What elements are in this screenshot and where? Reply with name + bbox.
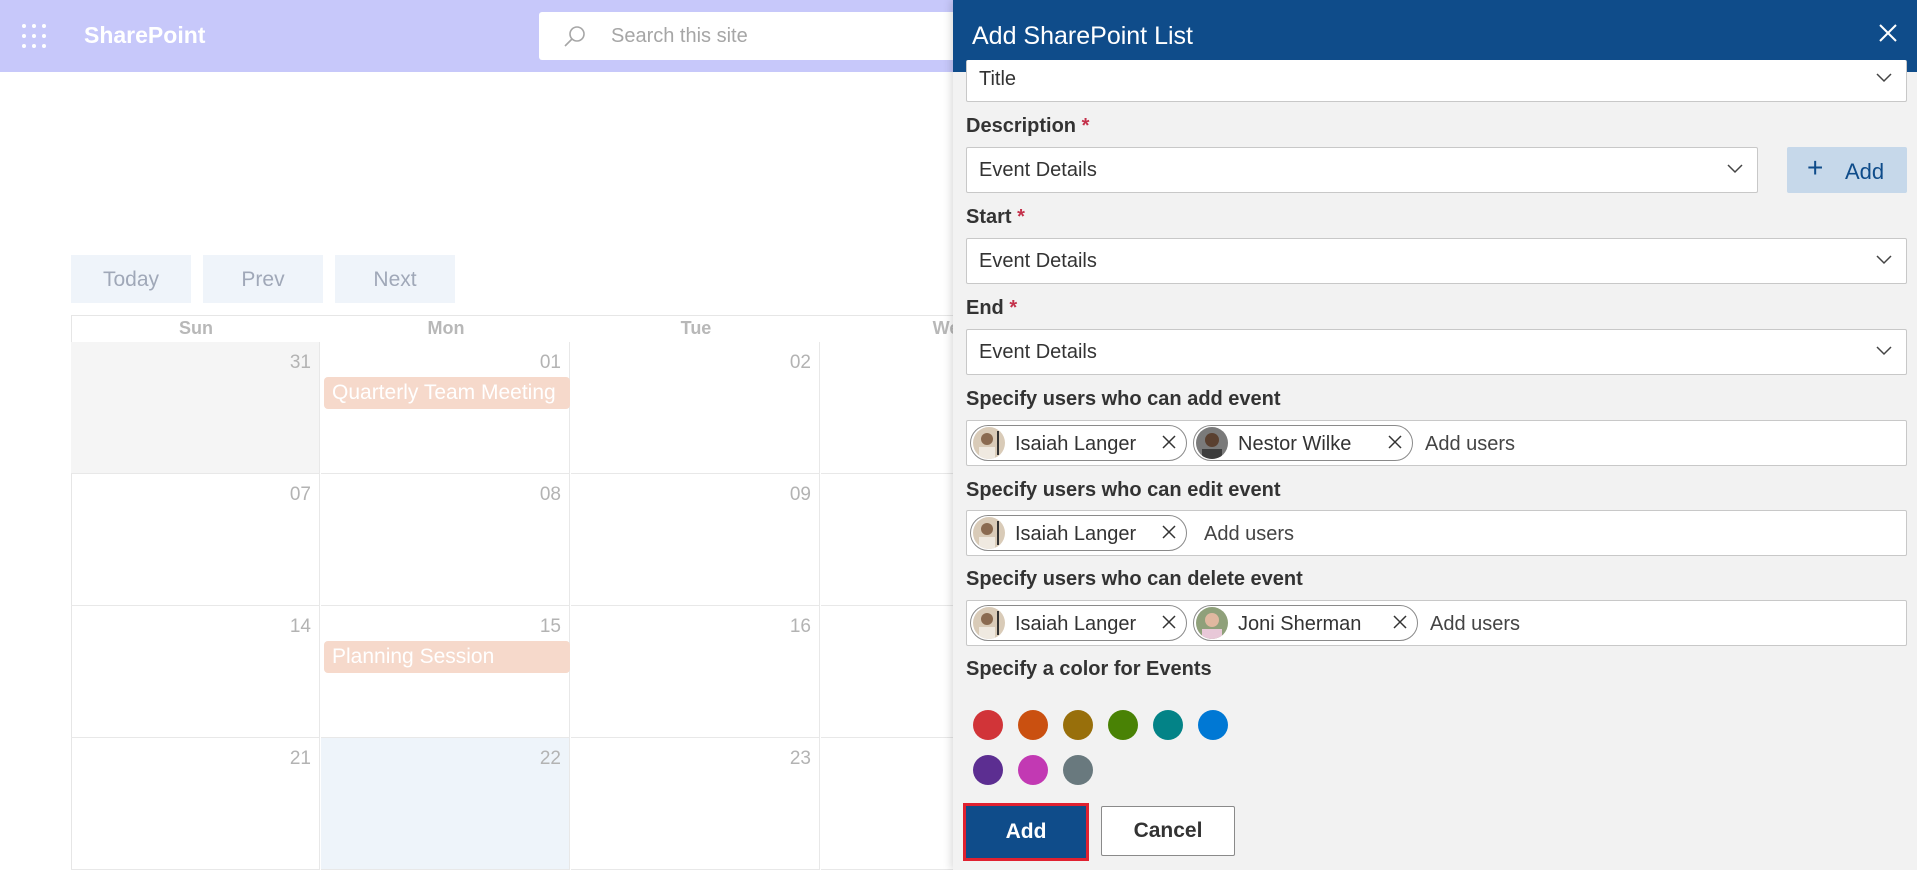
- description-dropdown[interactable]: Event Details: [966, 147, 1758, 193]
- day-number: 09: [789, 484, 811, 505]
- color-swatch[interactable]: [1153, 710, 1183, 740]
- day-header-sun: Sun: [179, 318, 213, 338]
- app-launcher-icon[interactable]: [22, 24, 46, 48]
- end-value: Event Details: [979, 341, 1097, 363]
- add-column-button[interactable]: + Add: [1787, 147, 1907, 193]
- day-number: 21: [289, 748, 311, 769]
- calendar-day[interactable]: 01 Quarterly Team Meeting: [321, 342, 570, 474]
- day-number: 31: [289, 352, 311, 373]
- person-pill[interactable]: Isaiah Langer: [970, 515, 1187, 551]
- calendar-day[interactable]: 31: [71, 342, 320, 474]
- start-dropdown[interactable]: Event Details: [966, 238, 1907, 284]
- color-swatch[interactable]: [973, 755, 1003, 785]
- calendar-event[interactable]: Planning Session: [324, 641, 570, 673]
- calendar-day[interactable]: 08: [321, 474, 570, 606]
- remove-person-icon[interactable]: [1391, 613, 1409, 631]
- color-swatch[interactable]: [1198, 710, 1228, 740]
- color-swatch[interactable]: [1018, 755, 1048, 785]
- delete-users-picker[interactable]: Isaiah Langer Joni Sherman: [966, 600, 1907, 646]
- color-swatch[interactable]: [1063, 710, 1093, 740]
- delete-users-input[interactable]: [1428, 610, 1892, 638]
- calendar-day-today[interactable]: 22: [321, 738, 570, 870]
- avatar: [973, 517, 1005, 549]
- search-input[interactable]: [609, 21, 943, 51]
- start-value: Event Details: [979, 250, 1097, 272]
- calendar-day[interactable]: 23: [571, 738, 820, 870]
- day-header-tue: Tue: [680, 318, 712, 338]
- end-label: End *: [966, 297, 1018, 319]
- chevron-down-icon: [1727, 164, 1743, 174]
- color-swatch[interactable]: [1063, 755, 1093, 785]
- plus-icon: +: [1807, 152, 1824, 183]
- day-number: 02: [789, 352, 811, 373]
- edit-users-input[interactable]: [1202, 520, 1886, 548]
- calendar-grid: Sun Mon Tue We 31 01 Quarterly Team Meet…: [71, 315, 1071, 870]
- add-users-input[interactable]: [1423, 430, 1887, 458]
- edit-users-label: Specify users who can edit event: [966, 479, 1281, 501]
- start-label: Start *: [966, 206, 1025, 228]
- color-label: Specify a color for Events: [966, 658, 1212, 680]
- title-field-value: Title: [979, 68, 1017, 90]
- person-pill[interactable]: Joni Sherman: [1193, 605, 1418, 641]
- day-number: 23: [789, 748, 811, 769]
- day-number: 22: [539, 748, 561, 769]
- today-button[interactable]: Today: [71, 255, 191, 303]
- next-button[interactable]: Next: [335, 255, 455, 303]
- add-users-picker[interactable]: Isaiah Langer Nestor Wilke: [966, 420, 1907, 466]
- day-number: 14: [289, 616, 311, 637]
- delete-users-label: Specify users who can delete event: [966, 568, 1303, 590]
- add-list-button[interactable]: Add: [963, 803, 1089, 861]
- person-pill[interactable]: Nestor Wilke: [1193, 425, 1413, 461]
- color-swatch[interactable]: [1108, 710, 1138, 740]
- calendar-event[interactable]: Quarterly Team Meeting: [324, 377, 570, 409]
- search-box[interactable]: [539, 12, 959, 60]
- chevron-down-icon: [1876, 255, 1892, 265]
- calendar-day[interactable]: 07: [71, 474, 320, 606]
- avatar: [973, 607, 1005, 639]
- day-number: 07: [289, 484, 311, 505]
- color-swatch[interactable]: [1018, 710, 1048, 740]
- color-swatch[interactable]: [973, 710, 1003, 740]
- add-users-label: Specify users who can add event: [966, 388, 1281, 410]
- calendar-day[interactable]: 09: [571, 474, 820, 606]
- end-dropdown[interactable]: Event Details: [966, 329, 1907, 375]
- panel-title: Add SharePoint List: [972, 22, 1193, 50]
- remove-person-icon[interactable]: [1160, 613, 1178, 631]
- remove-person-icon[interactable]: [1160, 523, 1178, 541]
- app-name[interactable]: SharePoint: [84, 22, 205, 49]
- person-pill[interactable]: Isaiah Langer: [970, 425, 1187, 461]
- calendar-day[interactable]: 14: [71, 606, 320, 738]
- calendar-day[interactable]: 15 Planning Session: [321, 606, 570, 738]
- remove-person-icon[interactable]: [1160, 433, 1178, 451]
- avatar: [973, 427, 1005, 459]
- calendar-day[interactable]: 02: [571, 342, 820, 474]
- chevron-down-icon: [1876, 346, 1892, 356]
- edit-users-picker[interactable]: Isaiah Langer: [966, 510, 1907, 556]
- day-number: 16: [789, 616, 811, 637]
- cancel-button[interactable]: Cancel: [1101, 806, 1235, 856]
- avatar: [1196, 427, 1228, 459]
- chevron-down-icon: [1876, 73, 1892, 83]
- day-number: 15: [539, 616, 561, 637]
- close-icon[interactable]: [1873, 18, 1903, 48]
- description-value: Event Details: [979, 159, 1097, 181]
- remove-person-icon[interactable]: [1386, 433, 1404, 451]
- avatar: [1196, 607, 1228, 639]
- search-icon: [564, 26, 585, 47]
- day-header-mon: Mon: [427, 318, 465, 338]
- description-label: Description *: [966, 115, 1090, 137]
- day-number: 01: [539, 352, 561, 373]
- title-field-dropdown[interactable]: Title: [966, 60, 1907, 102]
- calendar-day[interactable]: 21: [71, 738, 320, 870]
- day-number: 08: [539, 484, 561, 505]
- person-pill[interactable]: Isaiah Langer: [970, 605, 1187, 641]
- prev-button[interactable]: Prev: [203, 255, 323, 303]
- add-list-panel: Add SharePoint List Title Description * …: [953, 0, 1917, 870]
- calendar-day[interactable]: 16: [571, 606, 820, 738]
